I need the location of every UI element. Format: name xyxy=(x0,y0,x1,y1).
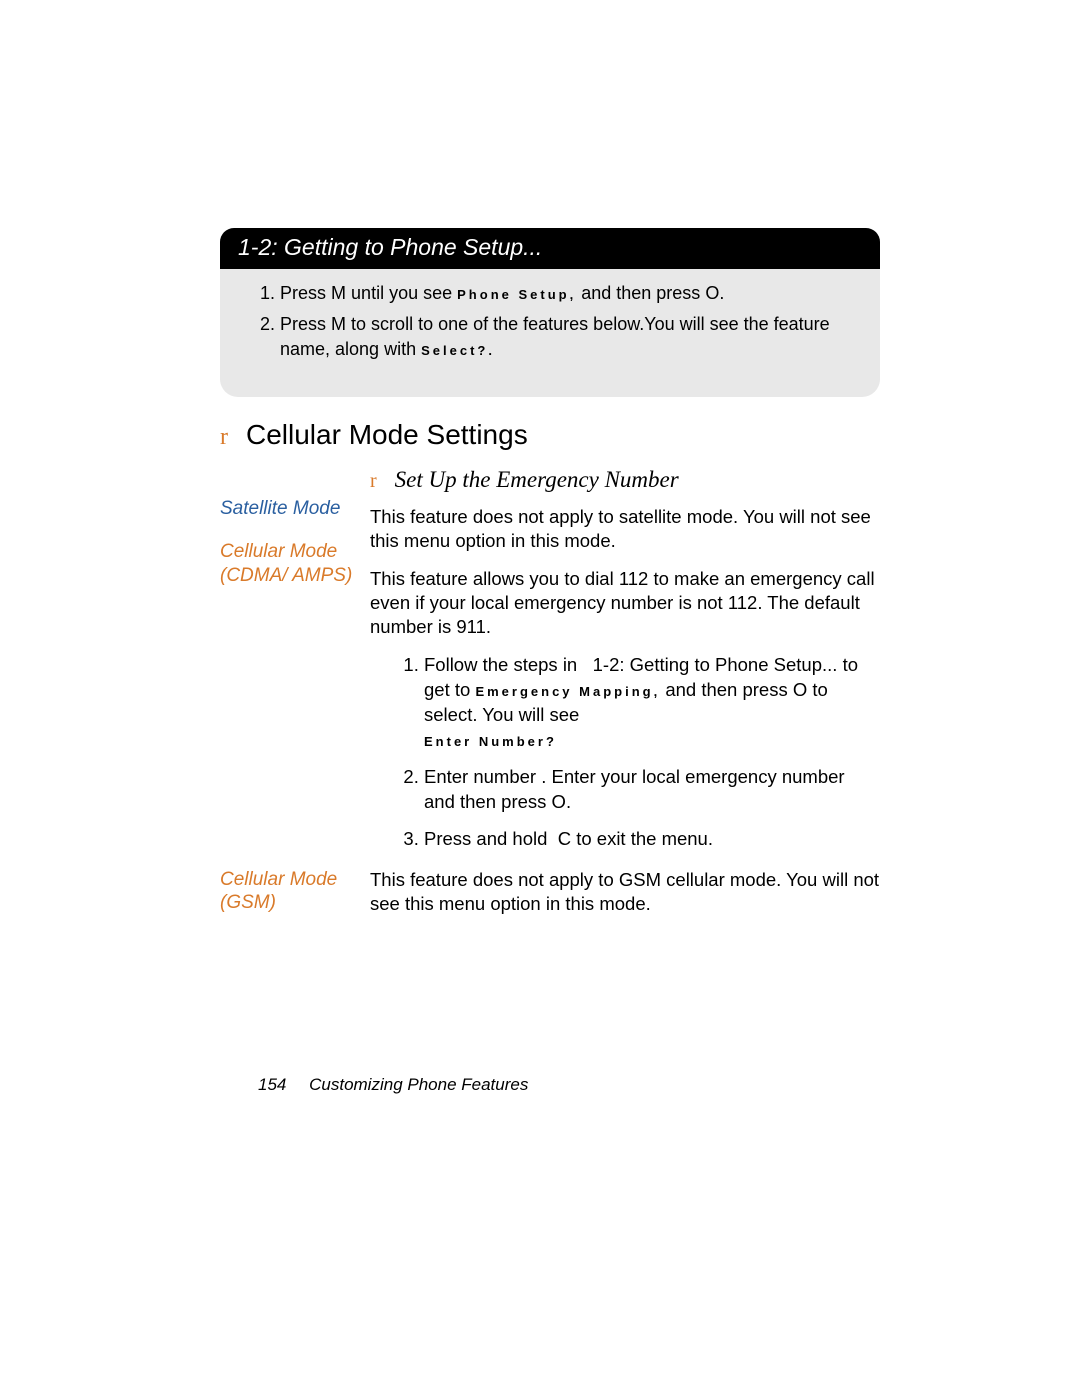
side-column: Satellite Mode Cellular Mode (CDMA/ AMPS… xyxy=(220,467,370,864)
procedure-header: 1-2: Getting to Phone Setup... xyxy=(220,228,880,269)
procedure-title: Getting to Phone Setup... xyxy=(284,234,542,260)
gsm-row: Cellular Mode (GSM) This feature does no… xyxy=(220,868,880,936)
sub-heading: r Set Up the Emergency Number xyxy=(370,467,880,493)
cdma-step-2: Enter number . Enter your local emergenc… xyxy=(424,765,880,815)
bullet-marker: r xyxy=(370,470,377,492)
content-column: r Set Up the Emergency Number This featur… xyxy=(370,467,880,864)
gsm-text: This feature does not apply to GSM cellu… xyxy=(370,868,880,916)
cdma-intro: This feature allows you to dial 112 to m… xyxy=(370,567,880,639)
key-o: O xyxy=(552,791,566,812)
page-content: 1-2: Getting to Phone Setup... Press M u… xyxy=(220,228,880,935)
procedure-steps-box: Press M until you see Phone Setup, and t… xyxy=(220,269,880,397)
procedure-number: 1-2: xyxy=(238,234,278,260)
cdma-step-3: Press and hold C to exit the menu. xyxy=(424,827,880,852)
side-column-gsm: Cellular Mode (GSM) xyxy=(220,868,370,936)
key-c: C xyxy=(558,828,571,849)
key-m: M xyxy=(331,283,346,303)
cdma-step-1: Follow the steps in 1-2: Getting to Phon… xyxy=(424,653,880,753)
menu-enter-number: Enter Number? xyxy=(424,734,557,749)
side-cdma: Cellular Mode (CDMA/ AMPS) xyxy=(220,540,370,770)
side-gsm: Cellular Mode (GSM) xyxy=(220,868,370,916)
grey-step-1: Press M until you see Phone Setup, and t… xyxy=(280,281,850,306)
menu-select: Select?. xyxy=(421,343,495,358)
page-number: 154 xyxy=(258,1075,286,1094)
key-o: O xyxy=(793,679,807,700)
subsection-row: Satellite Mode Cellular Mode (CDMA/ AMPS… xyxy=(220,467,880,864)
key-m: M xyxy=(331,314,346,334)
sub-title: Set Up the Emergency Number xyxy=(395,467,679,492)
side-satellite: Satellite Mode xyxy=(220,497,370,521)
cdma-steps: Follow the steps in 1-2: Getting to Phon… xyxy=(424,653,880,852)
page-footer: 154 Customizing Phone Features xyxy=(258,1075,528,1095)
section-heading: r Cellular Mode Settings xyxy=(220,419,880,451)
bullet-marker: r xyxy=(220,424,228,450)
satellite-text: This feature does not apply to satellite… xyxy=(370,505,880,553)
menu-phone-setup: Phone Setup, xyxy=(457,287,576,302)
chapter-name: Customizing Phone Features xyxy=(309,1075,528,1094)
key-o: O xyxy=(705,283,719,303)
section-title: Cellular Mode Settings xyxy=(246,419,528,450)
gsm-content: This feature does not apply to GSM cellu… xyxy=(370,868,880,936)
menu-emergency-mapping: Emergency Mapping, xyxy=(475,684,660,699)
grey-step-2: Press M to scroll to one of the features… xyxy=(280,312,850,362)
